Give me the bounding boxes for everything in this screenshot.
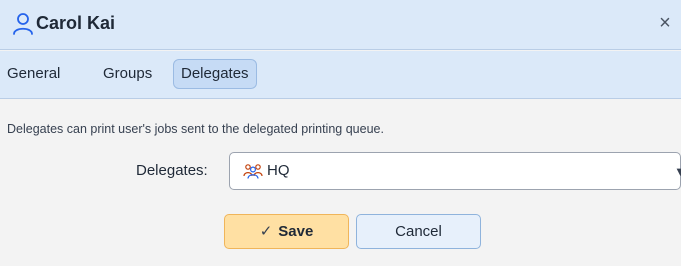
tab-delegates[interactable]: Delegates (173, 59, 257, 89)
save-button[interactable]: ✓ Save (224, 214, 349, 249)
tab-bar: General Groups Delegates (0, 51, 681, 99)
dialog-title: Carol Kai (36, 13, 116, 33)
user-icon (12, 12, 34, 36)
chevron-down-icon[interactable]: ▼ (674, 164, 681, 179)
delegates-selected-value: HQ (267, 162, 290, 179)
group-icon (243, 163, 263, 179)
user-dialog: Carol Kai × General Groups Delegates Del… (0, 0, 681, 266)
close-button[interactable]: × (652, 9, 678, 37)
close-icon[interactable]: × (659, 12, 671, 34)
tab-groups[interactable]: Groups (99, 59, 156, 89)
delegates-panel: Delegates can print user's jobs sent to … (0, 100, 681, 266)
tab-general[interactable]: General (3, 59, 64, 89)
delegates-description: Delegates can print user's jobs sent to … (7, 122, 384, 136)
cancel-label: Cancel (395, 223, 442, 240)
delegates-select[interactable]: HQ ▼ (229, 152, 681, 190)
delegates-label: Delegates: (136, 162, 208, 179)
cancel-button[interactable]: Cancel (356, 214, 481, 249)
checkmark-icon: ✓ (259, 223, 273, 240)
save-label: Save (278, 223, 314, 240)
title-bar: Carol Kai × (0, 0, 681, 50)
